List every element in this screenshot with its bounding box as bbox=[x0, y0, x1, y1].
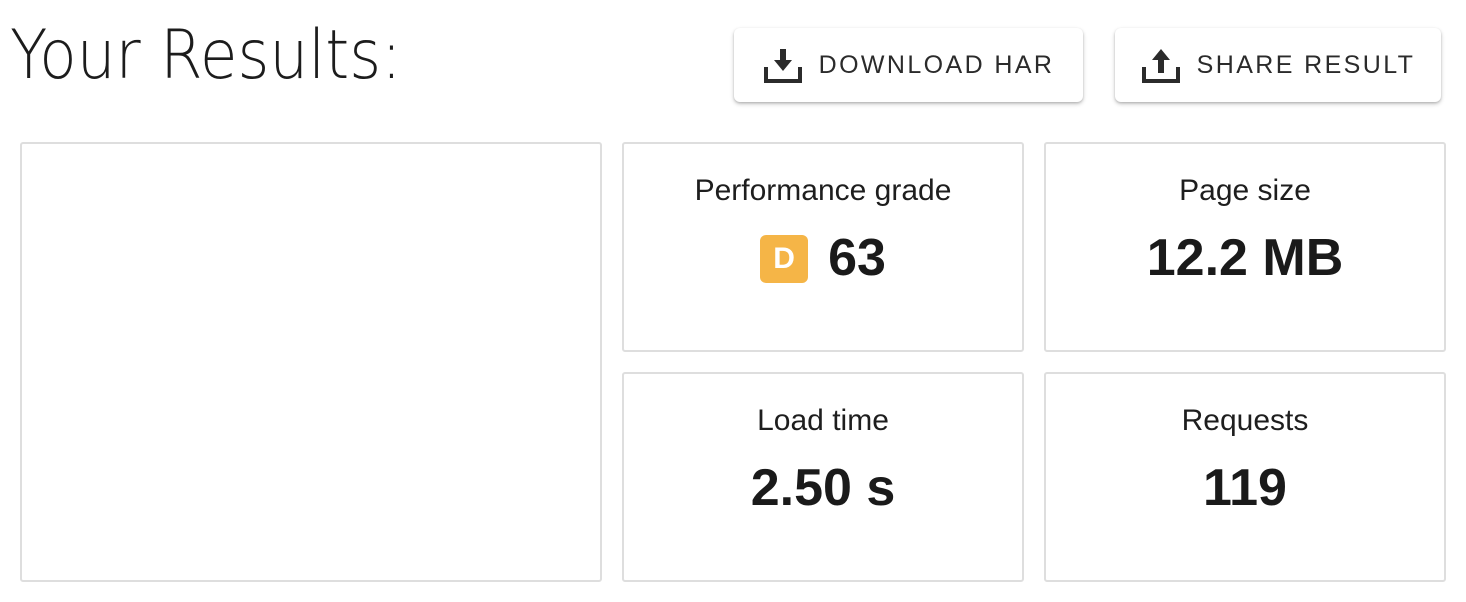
page-size-label: Page size bbox=[1179, 174, 1311, 207]
performance-grade-card: Performance grade D 63 bbox=[622, 142, 1024, 352]
page-screenshot-panel bbox=[20, 142, 602, 582]
page-size-value: 12.2 MB bbox=[1146, 229, 1344, 287]
performance-grade-value-row: D 63 bbox=[624, 228, 1022, 288]
page-title: Your Results: bbox=[10, 16, 402, 95]
grade-badge: D bbox=[760, 235, 809, 283]
share-result-label: SHARE RESULT bbox=[1196, 50, 1416, 79]
share-result-button[interactable]: SHARE RESULT bbox=[1115, 28, 1441, 102]
download-har-button[interactable]: DOWNLOAD HAR bbox=[734, 28, 1083, 102]
download-icon bbox=[763, 45, 803, 85]
load-time-card: Load time 2.50 s bbox=[622, 372, 1024, 582]
page-size-card: Page size 12.2 MB bbox=[1044, 142, 1446, 352]
performance-score: 63 bbox=[828, 229, 886, 287]
performance-grade-label: Performance grade bbox=[694, 174, 952, 207]
requests-card: Requests 119 bbox=[1044, 372, 1446, 582]
requests-label: Requests bbox=[1181, 404, 1309, 437]
share-icon bbox=[1141, 45, 1181, 85]
requests-value: 119 bbox=[1203, 459, 1287, 517]
results-page: Your Results: DOWNLOAD HAR SHARE RESULT … bbox=[0, 0, 1466, 602]
load-time-value: 2.50 s bbox=[750, 459, 896, 517]
download-har-label: DOWNLOAD HAR bbox=[818, 50, 1055, 79]
load-time-label: Load time bbox=[757, 404, 889, 437]
